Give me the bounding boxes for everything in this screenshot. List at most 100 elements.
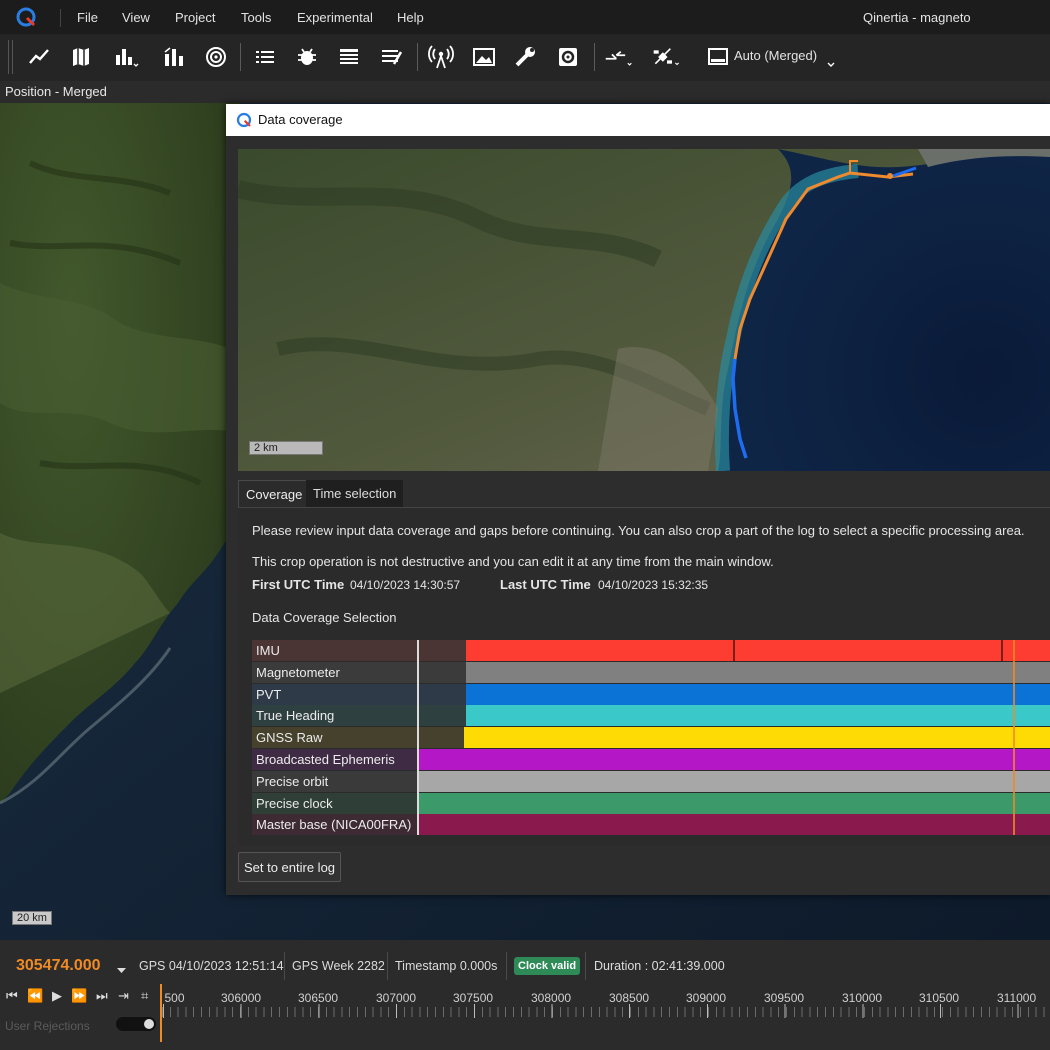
timeline-tick-label: 309500 (764, 991, 805, 1005)
coverage-bar[interactable] (418, 749, 1050, 770)
status-separator (506, 952, 507, 980)
table-icon[interactable] (334, 42, 364, 72)
timeline-tick-label: 310500 (919, 991, 960, 1005)
menu-tools[interactable]: Tools (241, 0, 271, 34)
timeline-tick-label: 308500 (609, 991, 650, 1005)
crop-start-marker[interactable] (417, 640, 419, 835)
list-icon[interactable] (250, 42, 280, 72)
menu-experimental[interactable]: Experimental (297, 0, 373, 34)
coverage-row-label: True Heading (252, 705, 418, 727)
stacked-bars-icon[interactable] (159, 42, 189, 72)
dialog-titlebar[interactable] (226, 104, 1050, 136)
coverage-bar[interactable] (466, 705, 1050, 727)
menu-file[interactable]: File (77, 0, 98, 34)
settings-box-icon[interactable] (553, 42, 583, 72)
timeline-tick-label: 309000 (686, 991, 727, 1005)
map-scale: 20 km (12, 911, 52, 925)
coverage-row-label: Precise orbit (252, 770, 418, 792)
set-entire-log-button[interactable]: Set to entire log (238, 852, 341, 882)
app-logo-icon (236, 112, 252, 128)
crop-icon[interactable]: ⌗ (141, 988, 148, 1004)
toolbar-grip[interactable] (8, 40, 13, 74)
timeline-tick-label: 306500 (298, 991, 339, 1005)
time-cursor[interactable] (160, 984, 162, 1042)
antenna-icon[interactable] (426, 42, 456, 72)
position-bar (0, 81, 1050, 103)
line-chart-icon[interactable] (24, 42, 54, 72)
crop-end-marker[interactable] (1013, 640, 1015, 835)
bar-chart-icon[interactable] (112, 42, 142, 72)
map-scale: 2 km (249, 441, 323, 455)
coverage-bar[interactable] (464, 727, 1050, 749)
first-utc-value: 04/10/2023 14:30:57 (350, 578, 461, 592)
gps-week: GPS Week 2282 (292, 959, 385, 973)
table-edit-icon[interactable] (377, 42, 407, 72)
app-logo-icon (16, 7, 36, 27)
toolbar-separator (594, 43, 595, 71)
gps-tow-value[interactable]: 305474.000 (16, 957, 101, 975)
chevron-down-icon[interactable] (826, 56, 836, 71)
tab-coverage[interactable]: Coverage (238, 480, 311, 509)
last-utc-label: Last UTC Time (500, 577, 591, 592)
dialog-title: Data coverage (258, 112, 343, 127)
coverage-bar[interactable] (418, 792, 1050, 814)
timeline-tick-label: 500 (164, 991, 185, 1005)
duration: Duration : 02:41:39.000 (594, 959, 725, 973)
bug-icon[interactable] (292, 42, 322, 72)
coverage-gap (418, 705, 466, 727)
rewind-icon[interactable]: ⏪ (27, 988, 43, 1004)
coverage-gap (418, 661, 466, 683)
jump-to-end-icon[interactable]: ⇥ (118, 988, 129, 1004)
coverage-row-label: IMU (252, 640, 418, 661)
coverage-bar[interactable] (418, 814, 1050, 836)
merge-mode-dropdown[interactable]: Auto (Merged) (734, 48, 817, 63)
image-icon[interactable] (469, 42, 499, 72)
timeline-tick-label: 308000 (531, 991, 572, 1005)
tab-time-selection[interactable]: Time selection (306, 480, 404, 508)
intro-text: Please review input data coverage and ga… (252, 523, 1025, 538)
wrench-icon[interactable] (511, 42, 541, 72)
coverage-bar[interactable] (418, 770, 1050, 792)
status-separator (387, 952, 388, 980)
satellite-icon[interactable] (652, 42, 682, 72)
coverage-row-label: Broadcasted Ephemeris (252, 749, 418, 770)
gps-date: GPS 04/10/2023 12:51:14 (139, 959, 284, 973)
coverage-row-label: GNSS Raw (252, 727, 418, 749)
toolbar-separator (417, 43, 418, 71)
menu-view[interactable]: View (122, 0, 150, 34)
play-icon[interactable]: ▶ (52, 988, 62, 1004)
user-rejections-label: User Rejections (5, 1019, 90, 1033)
skip-start-icon[interactable]: ⏮ (6, 988, 18, 1004)
menu-help[interactable]: Help (397, 0, 424, 34)
fast-forward-icon[interactable]: ⏩ (71, 988, 87, 1004)
skip-end-icon[interactable]: ⏭ (96, 988, 108, 1004)
last-utc-value: 04/10/2023 15:32:35 (598, 578, 709, 592)
menu-project[interactable]: Project (175, 0, 215, 34)
first-utc-label: First UTC Time (252, 577, 345, 592)
timeline-major-ticks (163, 1004, 1050, 1018)
timeline-tick-label: 307500 (453, 991, 494, 1005)
coverage-gap (418, 640, 466, 661)
coverage-row-label: Magnetometer (252, 661, 418, 683)
coverage-row-label: PVT (252, 683, 418, 705)
coverage-map[interactable] (238, 149, 1050, 471)
chevron-down-icon[interactable] (117, 963, 126, 978)
imu-gap-mark (733, 640, 735, 661)
arrows-icon[interactable] (604, 42, 634, 72)
window-title: Qinertia - magneto (863, 10, 971, 25)
coverage-bar[interactable] (466, 661, 1050, 683)
target-icon[interactable] (201, 42, 231, 72)
timeline-tick-label: 310000 (842, 991, 883, 1005)
map-icon[interactable] (66, 42, 96, 72)
coverage-bar[interactable] (466, 683, 1050, 705)
toggle-knob[interactable] (144, 1019, 154, 1029)
monitor-icon[interactable] (703, 42, 733, 72)
position-label: Position - Merged (5, 84, 107, 99)
imu-gap-mark (1001, 640, 1003, 661)
toolbar-separator (240, 43, 241, 71)
coverage-row-label: Master base (NICA00FRA) (252, 814, 418, 836)
timestamp: Timestamp 0.000s (395, 959, 498, 973)
menu-divider (60, 9, 61, 27)
crop-note: This crop operation is not destructive a… (252, 554, 774, 569)
coverage-bar[interactable] (466, 640, 1050, 661)
